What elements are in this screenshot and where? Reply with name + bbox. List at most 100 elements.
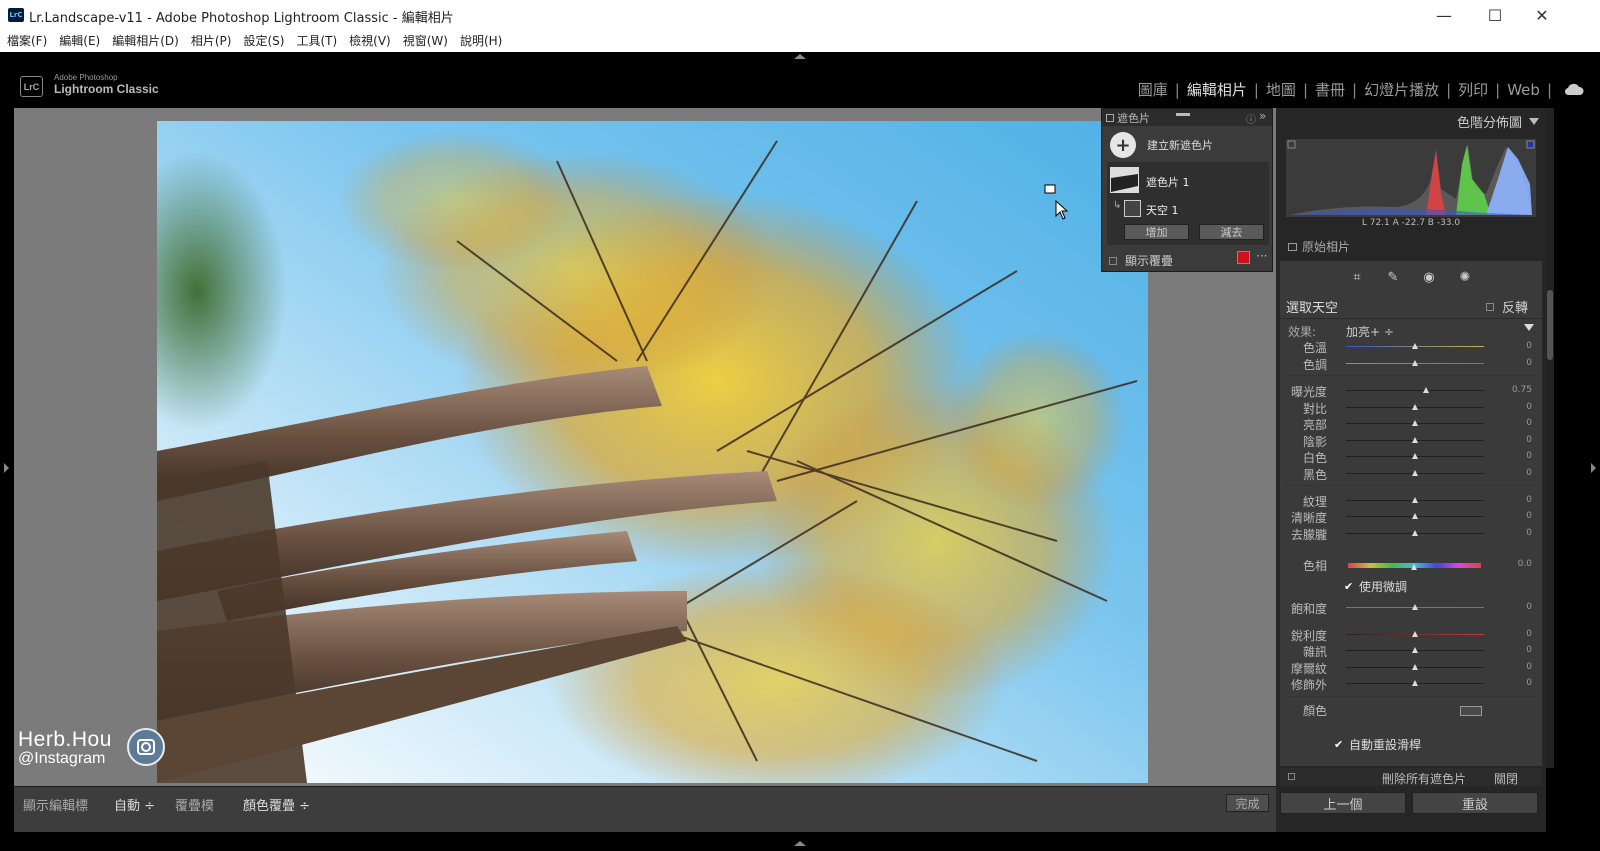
reset-button[interactable]: 重設 bbox=[1412, 792, 1538, 814]
overlay-color-swatch[interactable] bbox=[1237, 251, 1250, 264]
slider-value[interactable]: 0 bbox=[1526, 662, 1532, 672]
slider-saturation[interactable]: 飽和度 0 bbox=[1280, 600, 1542, 616]
slider-track[interactable] bbox=[1346, 390, 1484, 391]
menu-window[interactable]: 視窗(W) bbox=[403, 30, 448, 52]
healing-icon[interactable]: ✎ bbox=[1384, 268, 1402, 286]
menu-photo[interactable]: 相片(P) bbox=[191, 30, 232, 52]
slider-whites[interactable]: 白色 0 bbox=[1280, 449, 1542, 465]
module-library[interactable]: 圖庫 bbox=[1131, 79, 1175, 100]
module-print[interactable]: 列印 bbox=[1451, 79, 1495, 100]
slider-tint[interactable]: 色調 0 bbox=[1280, 356, 1542, 372]
slider-shadows[interactable]: 陰影 0 bbox=[1280, 433, 1542, 449]
slider-thumb[interactable] bbox=[1412, 680, 1418, 686]
original-photo-toggle[interactable]: 原始相片 bbox=[1288, 238, 1350, 255]
color-swatch[interactable] bbox=[1460, 706, 1482, 716]
effect-preset-dropdown[interactable]: 加亮+ ÷ bbox=[1346, 323, 1394, 340]
slider-defringe[interactable]: 修飾外 0 bbox=[1280, 676, 1542, 692]
slider-thumb[interactable] bbox=[1412, 497, 1418, 503]
slider-value[interactable]: 0 bbox=[1526, 468, 1532, 478]
overlay-mode-dropdown[interactable]: 顏色覆疊 ÷ bbox=[243, 795, 310, 814]
slider-thumb[interactable] bbox=[1412, 343, 1418, 349]
slider-sharpness[interactable]: 銳利度 0 bbox=[1280, 627, 1542, 643]
photo-preview[interactable] bbox=[157, 121, 1148, 783]
module-map[interactable]: 地圖 bbox=[1259, 79, 1303, 100]
menu-settings[interactable]: 設定(S) bbox=[243, 30, 284, 52]
slider-thumb[interactable] bbox=[1412, 453, 1418, 459]
subtract-mask-button[interactable]: 減去 bbox=[1199, 224, 1264, 240]
slider-texture[interactable]: 紋理 0 bbox=[1280, 493, 1542, 509]
photo-canvas[interactable] bbox=[14, 108, 1276, 786]
slider-temperature[interactable]: 色溫 0 bbox=[1280, 339, 1542, 355]
show-overlay-row[interactable]: 顯示覆疊 ··· bbox=[1109, 249, 1269, 269]
histogram-header[interactable]: 色階分佈圖 bbox=[1280, 108, 1542, 133]
slider-clarity[interactable]: 清晰度 0 bbox=[1280, 509, 1542, 525]
collapse-right-panel-icon[interactable] bbox=[1591, 463, 1596, 473]
menu-develop[interactable]: 編輯相片(D) bbox=[112, 30, 179, 52]
slider-thumb[interactable] bbox=[1412, 404, 1418, 410]
slider-thumb[interactable] bbox=[1423, 387, 1429, 393]
slider-thumb[interactable] bbox=[1412, 664, 1418, 670]
collapse-top-panel-icon[interactable] bbox=[794, 54, 806, 59]
slider-moire[interactable]: 摩爾紋 0 bbox=[1280, 660, 1542, 676]
mask-1-label[interactable]: 遮色片 1 bbox=[1146, 174, 1190, 190]
fine-adjust-checkbox[interactable]: ✔ bbox=[1344, 581, 1353, 592]
slider-thumb[interactable] bbox=[1411, 564, 1417, 570]
fine-adjust-toggle[interactable]: ✔ 使用微調 bbox=[1344, 578, 1407, 595]
auto-reset-checkbox[interactable]: ✔ bbox=[1334, 739, 1343, 750]
close-masks-button[interactable]: 關閉 bbox=[1494, 770, 1518, 787]
slider-dehaze[interactable]: 去朦朧 0 bbox=[1280, 526, 1542, 542]
help-icon[interactable]: ⓘ bbox=[1246, 111, 1256, 126]
edit-pins-dropdown[interactable]: 自動 ÷ bbox=[114, 795, 155, 814]
slider-thumb[interactable] bbox=[1412, 437, 1418, 443]
sky-mask-thumbnail[interactable] bbox=[1124, 200, 1141, 217]
slider-thumb[interactable] bbox=[1412, 631, 1418, 637]
collapse-histogram-icon[interactable] bbox=[1529, 118, 1539, 125]
slider-value[interactable]: 0 bbox=[1526, 451, 1532, 461]
slider-exposure[interactable]: 曝光度 0.75 bbox=[1280, 383, 1542, 399]
slider-value[interactable]: 0 bbox=[1526, 358, 1532, 368]
slider-value[interactable]: 0 bbox=[1526, 528, 1532, 538]
slider-value[interactable]: 0 bbox=[1526, 645, 1532, 655]
menu-tools[interactable]: 工具(T) bbox=[296, 30, 337, 52]
slider-thumb[interactable] bbox=[1412, 530, 1418, 536]
auto-reset-toggle[interactable]: ✔ 自動重設滑桿 bbox=[1334, 736, 1421, 753]
panel-grip-icon[interactable] bbox=[1106, 113, 1114, 122]
masks-panel-header[interactable]: 遮色片 ⓘ » bbox=[1102, 109, 1272, 126]
scrollbar-thumb[interactable] bbox=[1547, 290, 1553, 360]
show-overlay-checkbox[interactable] bbox=[1109, 256, 1117, 265]
histogram-graph[interactable] bbox=[1286, 139, 1536, 217]
crop-icon[interactable]: ⌗ bbox=[1348, 268, 1366, 286]
red-eye-icon[interactable]: ◉ bbox=[1420, 268, 1438, 286]
module-book[interactable]: 書冊 bbox=[1308, 79, 1352, 100]
slider-thumb[interactable] bbox=[1412, 420, 1418, 426]
slider-thumb[interactable] bbox=[1412, 513, 1418, 519]
slider-value[interactable]: 0 bbox=[1526, 629, 1532, 639]
maximize-button[interactable]: ☐ bbox=[1472, 0, 1518, 30]
slider-hue[interactable]: 色相 0.0 bbox=[1280, 557, 1542, 573]
module-slideshow[interactable]: 幻燈片播放 bbox=[1357, 79, 1446, 100]
slider-thumb[interactable] bbox=[1412, 647, 1418, 653]
expand-filmstrip-icon[interactable] bbox=[794, 841, 806, 846]
plus-icon[interactable]: + bbox=[1110, 132, 1136, 158]
minimize-button[interactable]: — bbox=[1421, 0, 1467, 30]
invert-toggle[interactable]: 反轉 bbox=[1485, 297, 1528, 316]
masking-icon[interactable]: ✺ bbox=[1456, 268, 1474, 286]
slider-value[interactable]: 0 bbox=[1526, 418, 1532, 428]
mask-1-thumbnail[interactable] bbox=[1110, 167, 1139, 193]
menu-view[interactable]: 檢視(V) bbox=[349, 30, 391, 52]
collapse-panel-icon[interactable]: » bbox=[1259, 109, 1266, 123]
slider-value[interactable]: 0.75 bbox=[1512, 385, 1532, 395]
sky-mask-label[interactable]: 天空 1 bbox=[1146, 202, 1179, 218]
menu-edit[interactable]: 編輯(E) bbox=[59, 30, 100, 52]
menu-help[interactable]: 說明(H) bbox=[460, 30, 502, 52]
color-row[interactable]: 顏色 bbox=[1280, 702, 1542, 718]
invert-checkbox[interactable] bbox=[1485, 302, 1494, 311]
slider-thumb[interactable] bbox=[1412, 360, 1418, 366]
slider-value[interactable]: 0 bbox=[1526, 495, 1532, 505]
slider-value[interactable]: 0 bbox=[1526, 602, 1532, 612]
original-photo-checkbox[interactable] bbox=[1288, 242, 1297, 251]
slider-value[interactable]: 0 bbox=[1526, 341, 1532, 351]
collapse-effects-icon[interactable] bbox=[1524, 324, 1534, 331]
delete-all-masks-button[interactable]: 刪除所有遮色片 bbox=[1382, 770, 1466, 787]
module-web[interactable]: Web bbox=[1500, 81, 1547, 99]
